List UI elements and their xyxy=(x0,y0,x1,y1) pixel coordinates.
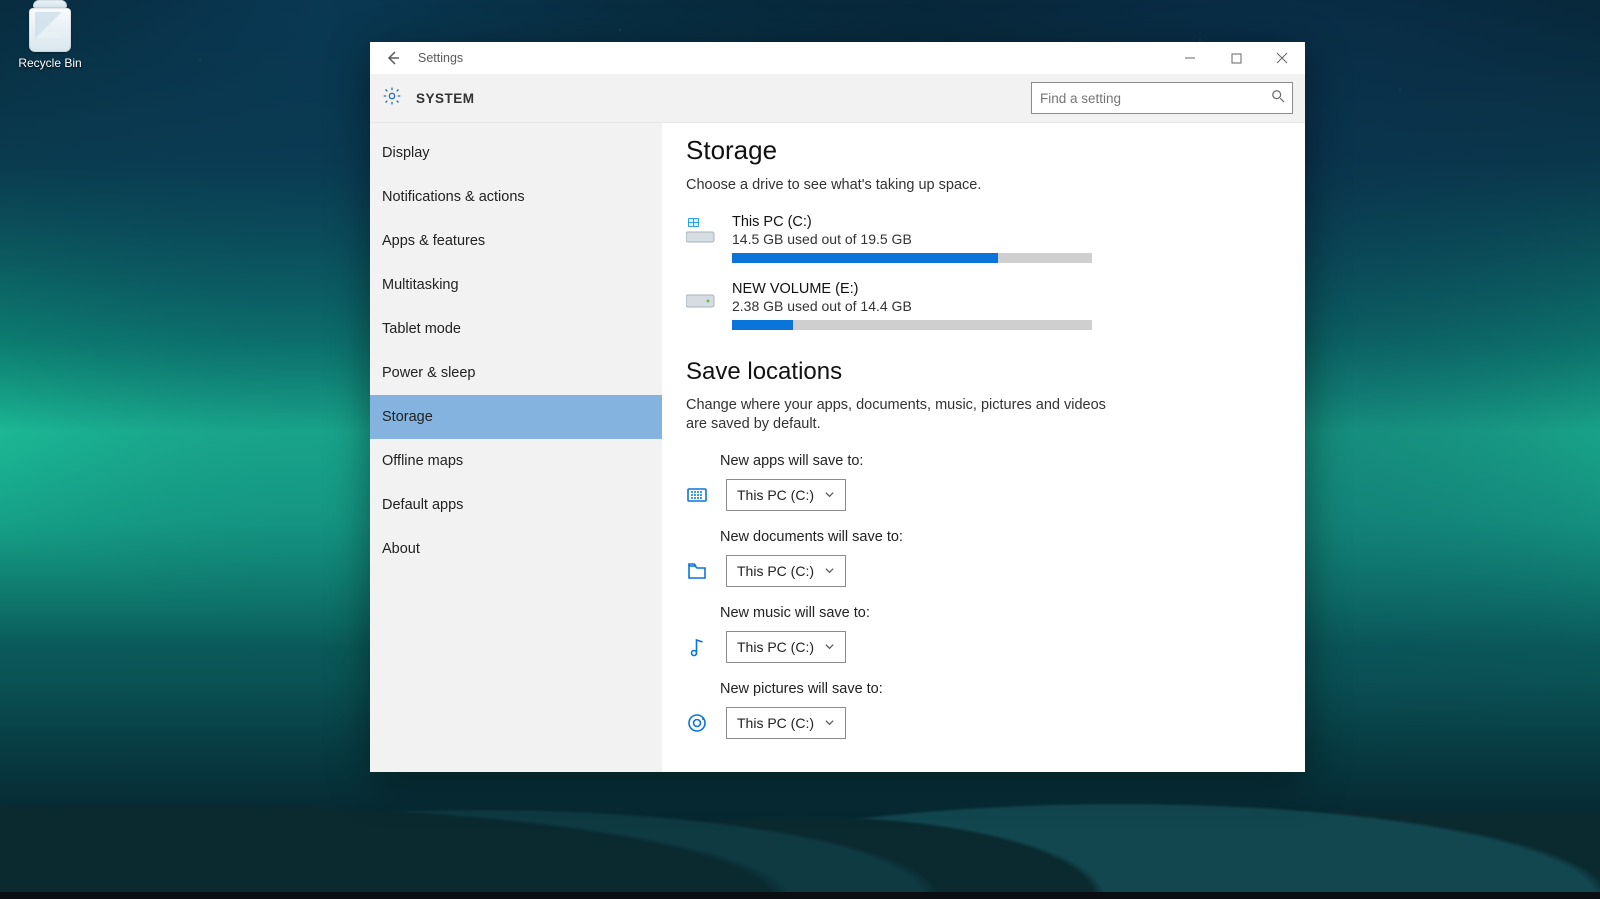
sidebar-item-label: Display xyxy=(382,145,430,161)
pictures-icon xyxy=(686,712,708,734)
save-documents-label: New documents will save to: xyxy=(720,529,1281,545)
save-music-row: This PC (C:) xyxy=(686,631,1281,663)
search-wrap xyxy=(1031,82,1293,114)
chevron-down-icon xyxy=(824,487,835,503)
sidebar-item-label: Offline maps xyxy=(382,453,463,469)
drive-hdd-icon xyxy=(686,285,716,309)
sidebar-item-label: Default apps xyxy=(382,497,463,513)
recycle-bin-icon xyxy=(29,8,71,52)
save-apps-select[interactable]: This PC (C:) xyxy=(726,479,846,511)
save-pictures-select[interactable]: This PC (C:) xyxy=(726,707,846,739)
close-icon xyxy=(1276,52,1288,64)
select-value: This PC (C:) xyxy=(737,715,814,731)
select-value: This PC (C:) xyxy=(737,487,814,503)
titlebar[interactable]: Settings xyxy=(370,42,1305,74)
storage-subtitle: Choose a drive to see what's taking up s… xyxy=(686,176,1106,196)
desktop: Recycle Bin Settings xyxy=(0,0,1600,899)
sidebar-item-apps-features[interactable]: Apps & features xyxy=(370,219,662,263)
save-apps-row: This PC (C:) xyxy=(686,479,1281,511)
drive-windows-icon xyxy=(686,218,716,242)
save-documents-row: This PC (C:) xyxy=(686,555,1281,587)
drive-info: This PC (C:) 14.5 GB used out of 19.5 GB xyxy=(732,214,1092,263)
save-pictures-row: This PC (C:) xyxy=(686,707,1281,739)
search-box[interactable] xyxy=(1031,82,1293,114)
sidebar-item-label: Notifications & actions xyxy=(382,189,525,205)
drive-name: NEW VOLUME (E:) xyxy=(732,281,1092,297)
select-value: This PC (C:) xyxy=(737,563,814,579)
content-area: Storage Choose a drive to see what's tak… xyxy=(662,123,1305,772)
drive-info: NEW VOLUME (E:) 2.38 GB used out of 14.4… xyxy=(732,281,1092,330)
taskbar[interactable] xyxy=(0,892,1600,899)
sidebar-item-multitasking[interactable]: Multitasking xyxy=(370,263,662,307)
settings-category-label: SYSTEM xyxy=(416,91,475,106)
drive-usage: 2.38 GB used out of 14.4 GB xyxy=(732,298,1092,314)
gear-icon xyxy=(382,86,402,111)
back-arrow-icon xyxy=(385,50,401,66)
settings-header: SYSTEM xyxy=(370,74,1305,123)
sidebar-item-label: Tablet mode xyxy=(382,321,461,337)
back-button[interactable] xyxy=(370,42,416,74)
maximize-icon xyxy=(1231,53,1242,64)
search-input[interactable] xyxy=(1032,83,1264,113)
sidebar-item-offline-maps[interactable]: Offline maps xyxy=(370,439,662,483)
drive-usage-fill xyxy=(732,320,793,330)
close-button[interactable] xyxy=(1259,42,1305,74)
drive-row-c[interactable]: This PC (C:) 14.5 GB used out of 19.5 GB xyxy=(686,214,1281,263)
window-title: Settings xyxy=(418,51,463,65)
chevron-down-icon xyxy=(824,639,835,655)
sidebar-item-label: Apps & features xyxy=(382,233,485,249)
sidebar-item-default-apps[interactable]: Default apps xyxy=(370,483,662,527)
apps-icon xyxy=(686,484,708,506)
save-apps-label: New apps will save to: xyxy=(720,453,1281,469)
save-music-select[interactable]: This PC (C:) xyxy=(726,631,846,663)
save-documents-select[interactable]: This PC (C:) xyxy=(726,555,846,587)
recycle-bin-label: Recycle Bin xyxy=(15,56,85,70)
minimize-button[interactable] xyxy=(1167,42,1213,74)
drive-usage-bar xyxy=(732,320,1092,330)
sidebar-item-power-sleep[interactable]: Power & sleep xyxy=(370,351,662,395)
save-pictures-label: New pictures will save to: xyxy=(720,681,1281,697)
maximize-button[interactable] xyxy=(1213,42,1259,74)
sidebar-item-storage[interactable]: Storage xyxy=(370,395,662,439)
sidebar-item-display[interactable]: Display xyxy=(370,131,662,175)
recycle-bin[interactable]: Recycle Bin xyxy=(15,8,85,70)
sidebar-item-about[interactable]: About xyxy=(370,527,662,571)
sidebar-item-label: Storage xyxy=(382,409,433,425)
sidebar: Display Notifications & actions Apps & f… xyxy=(370,123,662,772)
sidebar-item-label: About xyxy=(382,541,420,557)
save-locations-heading: Save locations xyxy=(686,358,1281,386)
settings-body: Display Notifications & actions Apps & f… xyxy=(370,123,1305,772)
drive-usage: 14.5 GB used out of 19.5 GB xyxy=(732,231,1092,247)
drive-name: This PC (C:) xyxy=(732,214,1092,230)
minimize-icon xyxy=(1184,52,1196,64)
save-music-label: New music will save to: xyxy=(720,605,1281,621)
window-controls xyxy=(1167,42,1305,74)
storage-heading: Storage xyxy=(686,135,1281,166)
select-value: This PC (C:) xyxy=(737,639,814,655)
sidebar-item-tablet-mode[interactable]: Tablet mode xyxy=(370,307,662,351)
sidebar-item-label: Power & sleep xyxy=(382,365,476,381)
search-icon xyxy=(1264,89,1292,108)
chevron-down-icon xyxy=(824,715,835,731)
save-locations-subtitle: Change where your apps, documents, music… xyxy=(686,396,1106,435)
settings-window: Settings SYSTEM xyxy=(370,42,1305,772)
drive-usage-bar xyxy=(732,253,1092,263)
sidebar-item-label: Multitasking xyxy=(382,277,459,293)
chevron-down-icon xyxy=(824,563,835,579)
drive-row-e[interactable]: NEW VOLUME (E:) 2.38 GB used out of 14.4… xyxy=(686,281,1281,330)
sidebar-item-notifications[interactable]: Notifications & actions xyxy=(370,175,662,219)
music-icon xyxy=(686,636,708,658)
documents-icon xyxy=(686,560,708,582)
drive-usage-fill xyxy=(732,253,998,263)
